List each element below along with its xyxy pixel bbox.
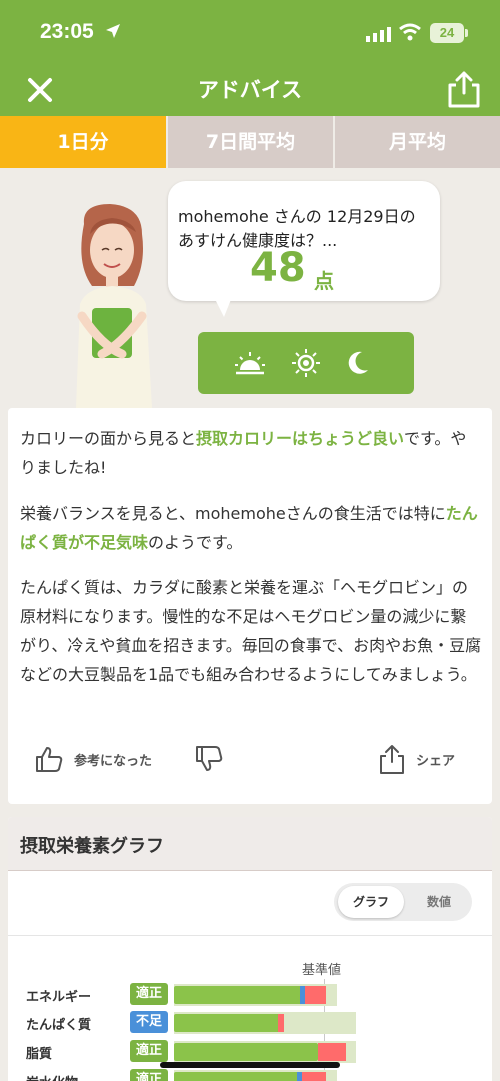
bar-marker — [297, 1072, 302, 1081]
reference-value-label: 基準値 — [302, 963, 342, 978]
location-arrow-icon — [104, 22, 122, 44]
status-badge: 不足 — [130, 1011, 168, 1033]
status-badge: 適正 — [130, 983, 168, 1005]
advice-balance-text: 栄養バランスを見ると、mohemoheさんの食生活では特にたんぱく質が不足気味の… — [20, 499, 482, 557]
intake-bar — [174, 1043, 318, 1061]
helpful-button[interactable]: 参考になった — [34, 742, 152, 776]
graph-card-title: 摂取栄養素グラフ — [20, 836, 164, 857]
advice-text: のようです。 — [148, 533, 243, 552]
nutrient-name: 脂質 — [26, 1047, 53, 1062]
battery-icon — [465, 29, 468, 37]
cellular-signal-icon — [366, 26, 392, 46]
excess-segment — [300, 1072, 326, 1081]
intake-bar — [174, 1072, 300, 1081]
tab-seven-day-average[interactable]: 7日間平均 — [166, 116, 333, 168]
nutrient-graph-card: 摂取栄養素グラフ グラフ 数値 基準値 エネルギー 適正 たんぱく質 不足 脂質… — [8, 817, 492, 1081]
share-icon[interactable] — [446, 69, 482, 109]
excess-segment — [302, 986, 326, 1004]
advice-text: カロリーの面から見ると — [20, 429, 197, 448]
health-score-section: mohemohe さんの 12月29日の あすけん健康度は？... 48 点 — [0, 168, 500, 408]
battery-level: 24 — [430, 23, 464, 43]
share-icon — [380, 745, 404, 774]
nutrient-row-carbohydrate: 炭水化物 適正 — [8, 1069, 492, 1081]
moon-icon[interactable] — [344, 348, 372, 378]
nav-bar: アドバイス — [0, 64, 500, 116]
wifi-icon — [398, 23, 422, 45]
advice-highlight: 摂取カロリーはちょうど良い — [196, 429, 405, 448]
advice-text: 栄養バランスを見ると、mohemoheさんの食生活では特に — [20, 504, 446, 523]
graph-card-header: 摂取栄養素グラフ — [8, 817, 492, 871]
thumbs-up-icon — [36, 747, 63, 772]
status-badge: 適正 — [130, 1040, 168, 1062]
meal-time-selector[interactable] — [198, 332, 414, 394]
toggle-graph[interactable]: グラフ — [338, 886, 404, 918]
bubble-tail — [214, 297, 232, 317]
sun-icon[interactable] — [290, 348, 322, 378]
nutrient-name: エネルギー — [26, 990, 92, 1005]
advice-protein-text: たんぱく質は、カラダに酸素と栄養を運ぶ「ヘモグロビン」の原材料になります。慢性的… — [20, 578, 482, 684]
excess-segment — [278, 1014, 284, 1032]
share-label: シェア — [416, 753, 456, 769]
status-bar: 23:05 24 — [0, 0, 500, 64]
nutrient-row-protein: たんぱく質 不足 — [8, 1011, 492, 1035]
health-score-unit: 点 — [314, 269, 334, 293]
share-advice-button[interactable]: シェア — [378, 742, 455, 776]
home-indicator[interactable] — [160, 1062, 340, 1068]
graph-view-toggle[interactable]: グラフ 数値 — [334, 883, 472, 921]
nutrient-name: 炭水化物 — [26, 1072, 78, 1081]
helpful-label: 参考になった — [74, 753, 153, 769]
period-tabs: 1日分 7日間平均 月平均 — [0, 116, 500, 168]
speech-bubble: mohemohe さんの 12月29日の あすけん健康度は？... 48 点 — [168, 181, 440, 317]
excess-segment — [318, 1043, 346, 1061]
not-helpful-button[interactable] — [194, 742, 224, 776]
nutrient-name: たんぱく質 — [26, 1018, 92, 1033]
nutrient-row-energy: エネルギー 適正 — [8, 983, 492, 1007]
advisor-avatar — [62, 204, 162, 408]
score-question-line-1: mohemohe さんの 12月29日の — [178, 207, 416, 226]
advice-calorie-text: カロリーの面から見ると摂取カロリーはちょうど良いです。やりましたね! — [20, 424, 482, 482]
nutrient-row-fat: 脂質 適正 — [8, 1040, 492, 1064]
health-score-value: 48 — [250, 245, 306, 291]
thumbs-down-icon — [196, 746, 223, 771]
sunrise-icon[interactable] — [234, 348, 266, 378]
divider — [8, 935, 492, 936]
toggle-values[interactable]: 数値 — [410, 886, 468, 918]
status-time: 23:05 — [40, 20, 94, 43]
advice-card: カロリーの面から見ると摂取カロリーはちょうど良いです。やりましたね! 栄養バラン… — [8, 408, 492, 804]
bar-marker — [300, 986, 305, 1004]
page-title: アドバイス — [197, 78, 303, 102]
tab-monthly-average[interactable]: 月平均 — [333, 116, 500, 168]
tab-one-day[interactable]: 1日分 — [0, 116, 166, 168]
intake-bar — [174, 1014, 282, 1032]
status-badge: 適正 — [130, 1069, 168, 1081]
